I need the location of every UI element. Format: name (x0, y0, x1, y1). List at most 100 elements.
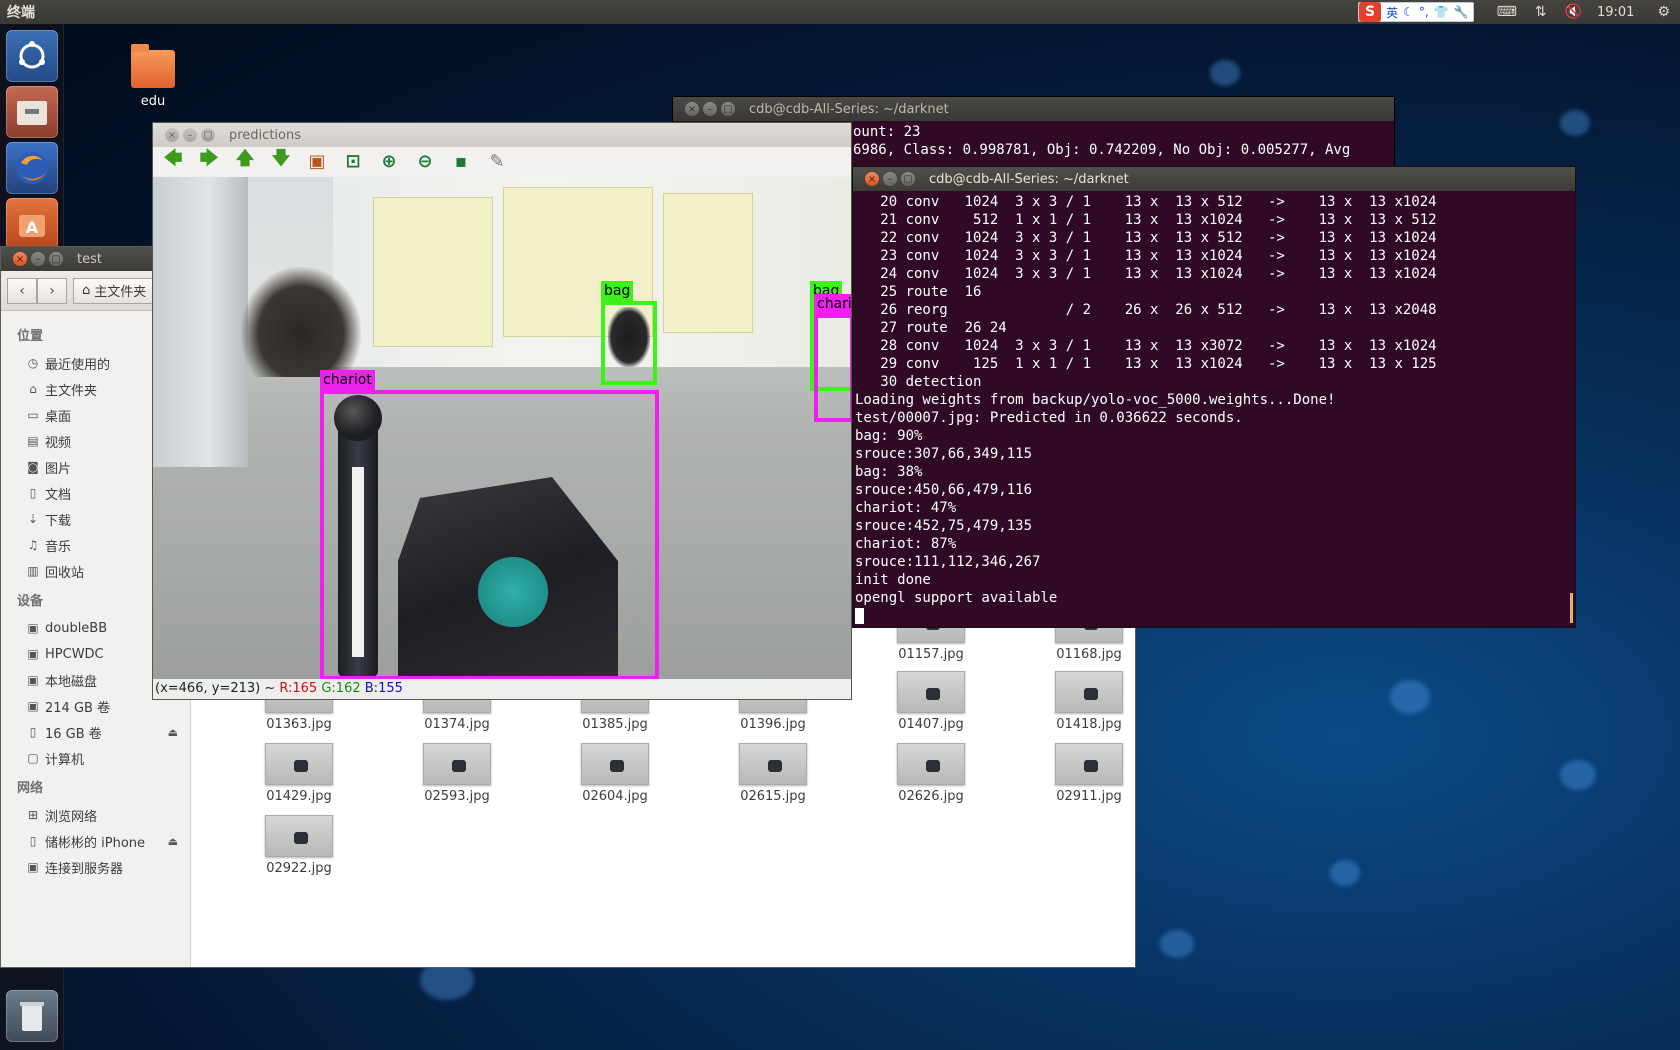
input-method-bar[interactable]: S 英 ☾ °, 👕 🔧 (1358, 2, 1474, 22)
terminal-back-titlebar[interactable]: × – □ cdb@cdb-All-Series: ~/darknet (673, 97, 1394, 121)
drive-icon: ▣ (27, 621, 39, 635)
terminal-line: 22 conv 1024 3 x 3 / 1 13 x 13 x 512 -> … (855, 230, 1437, 246)
predictions-titlebar[interactable]: × – □ predictions (153, 123, 851, 147)
file-item[interactable]: 02922.jpg (239, 815, 359, 876)
terminal-line: 29 conv 125 1 x 1 / 1 13 x 13 x1024 -> 1… (855, 356, 1437, 372)
file-item[interactable]: 01429.jpg (239, 743, 359, 804)
file-item[interactable]: 02604.jpg (555, 743, 675, 804)
terminal-line: ount: 23 (853, 124, 921, 140)
eject-icon[interactable]: ⏏ (168, 726, 178, 739)
shirt-icon[interactable]: 👕 (1434, 5, 1449, 19)
minimize-icon[interactable]: – (31, 252, 45, 266)
prediction-image[interactable]: bag bag chariot chariot (153, 177, 851, 681)
maximize-icon[interactable]: □ (901, 172, 915, 186)
file-item[interactable]: 01407.jpg (871, 671, 991, 732)
sogou-logo-icon[interactable]: S (1359, 2, 1382, 22)
minimize-icon[interactable]: – (183, 128, 197, 142)
status-green: G:162 (321, 681, 361, 696)
sidebar-item[interactable]: ▣ 连接到服务器 (1, 854, 190, 880)
clock[interactable]: 19:01 (1597, 5, 1634, 20)
minimize-icon[interactable]: – (703, 102, 717, 116)
wrench-icon[interactable]: 🔧 (1454, 5, 1469, 19)
clock-icon: ◷ (27, 356, 39, 370)
bbox-label-chariot-2: chariot (320, 370, 375, 390)
chevron-right-icon: › (49, 282, 55, 299)
file-name: 01363.jpg (266, 717, 332, 732)
desktop-folder-label: edu (140, 94, 166, 109)
zoom-fit-icon[interactable]: ⊡ (339, 149, 367, 173)
video-icon: ▤ (27, 434, 39, 448)
arrow-down-icon[interactable]: 🡇 (267, 148, 295, 173)
image-icon[interactable]: ▣ (303, 149, 331, 173)
minimize-icon[interactable]: – (883, 172, 897, 186)
forward-button[interactable]: › (37, 277, 67, 304)
maximize-icon[interactable]: □ (49, 252, 63, 266)
file-item[interactable]: 02911.jpg (1029, 743, 1149, 804)
arrow-left-icon[interactable]: 🡄 (159, 148, 187, 173)
predictions-window[interactable]: × – □ predictions 🡄 🡆 🡅 🡇 ▣ ⊡ ⊕ ⊖ ▪ ✎ bag bag cha… (152, 122, 852, 700)
terminal-scrollbar[interactable] (1570, 593, 1573, 623)
keyboard-icon[interactable]: ⌨ (1497, 4, 1517, 20)
sidebar-item[interactable]: ⊞ 浏览网络 (1, 802, 190, 828)
document-icon: ▯ (29, 486, 37, 500)
terminal-front-output[interactable]: 20 conv 1024 3 x 3 / 1 13 x 13 x 512 -> … (853, 191, 1575, 625)
zoom-in-icon[interactable]: ⊕ (375, 149, 403, 173)
file-name: 01385.jpg (582, 717, 648, 732)
trash-icon[interactable] (6, 990, 58, 1042)
settings-brush-icon[interactable]: ✎ (483, 149, 511, 173)
software-center-icon[interactable]: A (6, 198, 58, 250)
zoom-out-icon[interactable]: ⊖ (411, 149, 439, 173)
sidebar-item-label: 计算机 (45, 752, 85, 768)
terminal-line: bag: 38% (855, 464, 923, 480)
drive-icon: ▣ (27, 673, 39, 687)
close-icon[interactable]: × (865, 172, 879, 186)
file-item[interactable]: 02615.jpg (713, 743, 833, 804)
files-icon[interactable] (6, 86, 58, 138)
back-button[interactable]: ‹ (7, 277, 37, 304)
ime-mode[interactable]: 英 (1386, 4, 1398, 21)
window-title: test (77, 251, 102, 267)
terminal-line: srouce:111,112,346,267 (855, 554, 1041, 570)
network-icon[interactable]: ⇅ (1535, 4, 1547, 20)
drive-icon: ▣ (27, 699, 39, 713)
arrow-right-icon[interactable]: 🡆 (195, 148, 223, 173)
save-icon[interactable]: ▪ (447, 149, 475, 173)
bbox-bag-1 (601, 301, 657, 385)
status-coords: (x=466, y=213) ~ (155, 681, 276, 696)
sidebar-item[interactable]: ▯ 储彬彬的 iPhone ⏏ (1, 828, 190, 854)
close-icon[interactable]: × (13, 252, 27, 266)
maximize-icon[interactable]: □ (201, 128, 215, 142)
close-icon[interactable]: × (685, 102, 699, 116)
close-icon[interactable]: × (165, 128, 179, 142)
sidebar-item[interactable]: ▯ 16 GB 卷 ⏏ (1, 719, 190, 745)
terminal-line: test/00007.jpg: Predicted in 0.036622 se… (855, 410, 1243, 426)
punct-icon[interactable]: °, (1419, 5, 1429, 19)
terminal-line: 26 reorg / 2 26 x 26 x 512 -> 13 x 13 x2… (855, 302, 1437, 318)
terminal-window-front[interactable]: × – □ cdb@cdb-All-Series: ~/darknet 20 c… (852, 166, 1576, 628)
breadcrumb-home[interactable]: ⌂ 主文件夹 (73, 277, 156, 304)
eject-icon[interactable]: ⏏ (168, 835, 178, 848)
dash-icon[interactable] (6, 30, 58, 82)
terminal-front-titlebar[interactable]: × – □ cdb@cdb-All-Series: ~/darknet (853, 167, 1575, 191)
gear-icon[interactable]: ⚙ (1657, 4, 1670, 20)
predictions-toolbar: 🡄 🡆 🡅 🡇 ▣ ⊡ ⊕ ⊖ ▪ ✎ (153, 147, 851, 175)
terminal-prompt[interactable] (855, 607, 1575, 625)
desktop-folder-edu[interactable]: edu (120, 44, 186, 109)
file-item[interactable]: 01418.jpg (1029, 671, 1149, 732)
file-item[interactable]: 02626.jpg (871, 743, 991, 804)
trash-icon: ▥ (27, 564, 39, 578)
moon-icon[interactable]: ☾ (1403, 5, 1414, 19)
terminal-line: chariot: 47% (855, 500, 957, 516)
bbox-chariot-1 (814, 314, 851, 422)
home-icon: ⌂ (82, 283, 91, 298)
pixel-status-bar: (x=466, y=213) ~ R:165 G:162 B:155 (153, 679, 851, 699)
file-item[interactable]: 02593.jpg (397, 743, 517, 804)
arrow-up-icon[interactable]: 🡅 (231, 148, 259, 173)
maximize-icon[interactable]: □ (721, 102, 735, 116)
sidebar-item[interactable]: ▢ 计算机 (1, 745, 190, 771)
volume-muted-icon[interactable]: 🔇 (1565, 4, 1582, 20)
camera-icon: ◙ (27, 460, 39, 474)
firefox-icon[interactable] (6, 142, 58, 194)
home-icon: ⌂ (29, 382, 37, 396)
scene-wall (333, 177, 851, 367)
